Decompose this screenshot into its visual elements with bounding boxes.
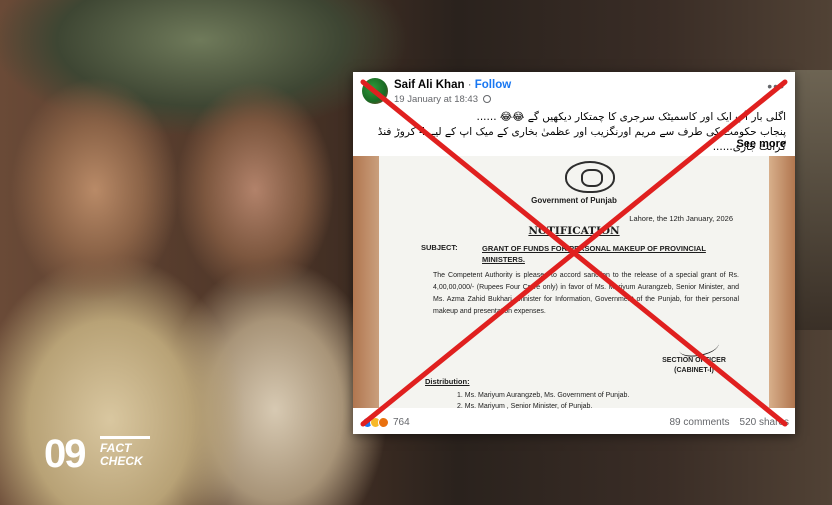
globe-icon — [482, 95, 491, 103]
fact-check-logo: 09 FACT CHECK — [44, 432, 164, 484]
sad-reaction-icon — [378, 416, 389, 428]
post-image[interactable]: Government of Punjab Lahore, the 12th Ja… — [353, 156, 795, 410]
distribution-item: 1. Ms. Mariyum Aurangzeb, Ms. Government… — [457, 392, 630, 399]
logo-bar — [100, 436, 150, 439]
officer-title: SECTION OFFICER — [662, 357, 726, 364]
caption-line-1: اگلی بار آپ ایک اور کاسمیٹک سرجری کا چمت… — [476, 111, 787, 123]
see-more-link[interactable]: See more — [736, 138, 786, 150]
author-line: Saif Ali Khan · Follow — [394, 79, 511, 91]
avatar[interactable] — [362, 78, 388, 104]
reaction-count: 764 — [393, 416, 410, 428]
logo-number: 09 — [44, 432, 86, 476]
officer-section: (CABINET-I) — [674, 367, 714, 374]
distribution-label: Distribution: — [425, 377, 470, 386]
document-body: The Competent Authority is pleased to ac… — [433, 272, 739, 315]
author-name[interactable]: Saif Ali Khan — [394, 79, 465, 91]
more-icon[interactable]: ••• — [767, 78, 785, 94]
comments-count[interactable]: 89 comments — [669, 417, 729, 428]
caption-line-2: پنجاب حکومت کی طرف سے مریم اورنگزیب اور … — [377, 126, 786, 153]
reactions[interactable]: 764 — [362, 416, 410, 428]
facebook-post-card: Saif Ali Khan · Follow 19 January at 18:… — [353, 72, 795, 434]
government-emblem-icon — [565, 161, 615, 193]
post-footer: 764 89 comments 520 shares — [353, 410, 795, 434]
follow-button[interactable]: Follow — [475, 79, 511, 91]
logo-line-2: CHECK — [100, 454, 143, 468]
logo-text: FACT CHECK — [100, 442, 143, 468]
document-title: NOTIFICATION — [528, 225, 620, 237]
shares-count[interactable]: 520 shares — [740, 417, 789, 428]
document-subject: GRANT OF FUNDS FOR PERSONAL MAKEUP OF PR… — [482, 244, 706, 264]
document-government: Government of Punjab — [531, 196, 617, 205]
notification-document: Government of Punjab Lahore, the 12th Ja… — [379, 156, 769, 410]
document-officer: SECTION OFFICER (CABINET-I) — [655, 356, 733, 376]
signature — [678, 335, 720, 359]
separator: · — [467, 79, 472, 91]
distribution-list: 1. Ms. Mariyum Aurangzeb, Ms. Government… — [457, 390, 747, 412]
post-timestamp[interactable]: 19 January at 18:43 — [394, 94, 478, 105]
document-subject-label: SUBJECT: — [421, 243, 458, 252]
post-caption: اگلی بار آپ ایک اور کاسمیٹک سرجری کا چمت… — [366, 110, 786, 155]
document-date: Lahore, the 12th January, 2026 — [629, 214, 733, 223]
background-right-panel — [790, 70, 832, 330]
post-header: Saif Ali Khan · Follow 19 January at 18:… — [353, 72, 795, 108]
post-meta: 19 January at 18:43 — [394, 94, 491, 105]
